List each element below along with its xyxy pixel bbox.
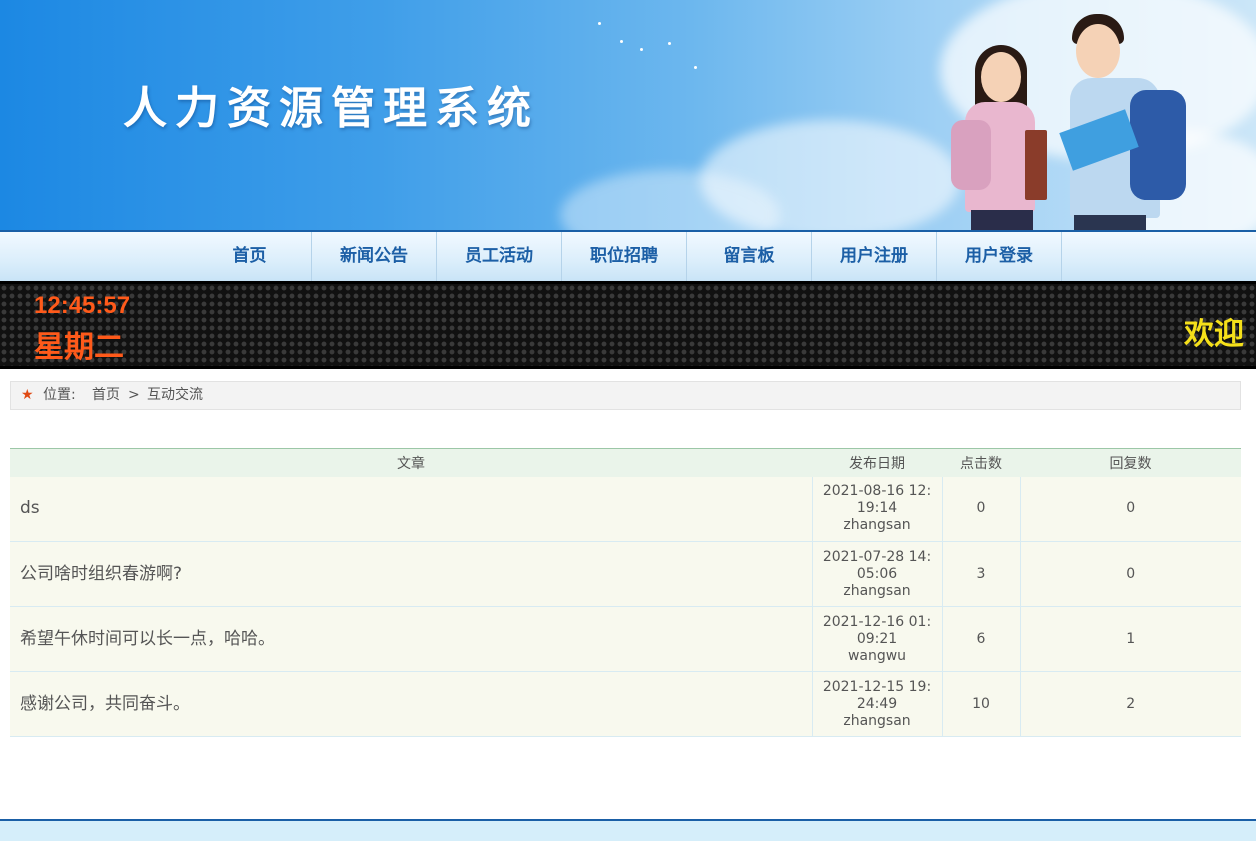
- nav-list: 首页 新闻公告 员工活动 职位招聘 留言板 用户注册 用户登录: [188, 232, 1062, 281]
- reply-count: 1: [1019, 606, 1241, 672]
- click-count: 0: [941, 476, 1020, 542]
- breadcrumb-home-link[interactable]: 首页: [92, 382, 120, 409]
- publish-date-part2: 05:06: [856, 565, 898, 582]
- publish-date-part2: 24:49: [856, 695, 898, 712]
- star-icon: ★: [21, 387, 34, 403]
- clock-weekday: 星期二: [34, 330, 124, 365]
- author-name: wangwu: [847, 647, 907, 664]
- article-title-link[interactable]: 希望午休时间可以长一点，哈哈。: [10, 606, 812, 672]
- publish-date-part2: 19:14: [856, 500, 898, 517]
- click-count: 6: [941, 606, 1020, 672]
- student-boy-illustration: [1059, 10, 1190, 230]
- footer-bar: [0, 819, 1256, 841]
- main-nav: 首页 新闻公告 员工活动 职位招聘 留言板 用户注册 用户登录: [0, 230, 1256, 281]
- student-girl-illustration: [945, 40, 1065, 230]
- sparkle-decoration: [668, 42, 671, 45]
- sparkle-decoration: [620, 40, 623, 43]
- nav-item-message-board[interactable]: 留言板: [687, 232, 812, 281]
- click-count: 3: [941, 541, 1020, 607]
- sparkle-decoration: [598, 22, 601, 25]
- author-name: zhangsan: [843, 712, 911, 729]
- article-title-link[interactable]: 公司啥时组织春游啊?: [10, 541, 812, 607]
- nav-item-jobs[interactable]: 职位招聘: [562, 232, 687, 281]
- nav-item-activities[interactable]: 员工活动: [437, 232, 562, 281]
- sparkle-decoration: [694, 66, 697, 69]
- system-title: 人力资源管理系统: [123, 83, 539, 134]
- column-header-date: 发布日期: [812, 448, 942, 477]
- publish-info: 2021-12-16 01: 09:21 wangwu: [811, 606, 942, 672]
- article-title-link[interactable]: 感谢公司，共同奋斗。: [10, 671, 812, 737]
- breadcrumb-current: 互动交流: [147, 387, 203, 403]
- breadcrumb-label: 位置:: [43, 387, 76, 403]
- table-header-row: 文章 发布日期 点击数 回复数: [10, 448, 1241, 477]
- reply-count: 2: [1019, 671, 1241, 737]
- led-ticker: 12:45:57 星期二 欢迎: [0, 281, 1256, 369]
- table-row: 希望午休时间可以长一点，哈哈。 2021-12-16 01: 09:21 wan…: [10, 606, 1241, 672]
- breadcrumb-separator: >: [128, 387, 140, 403]
- click-count: 10: [941, 671, 1020, 737]
- clock-time: 12:45:57: [34, 292, 131, 319]
- nav-item-login[interactable]: 用户登录: [937, 232, 1062, 281]
- table-row: 公司啥时组织春游啊? 2021-07-28 14: 05:06 zhangsan…: [10, 541, 1241, 607]
- nav-item-news[interactable]: 新闻公告: [312, 232, 437, 281]
- column-header-article: 文章: [10, 448, 812, 477]
- welcome-text: 欢迎: [1184, 317, 1244, 352]
- column-header-clicks: 点击数: [942, 448, 1020, 477]
- publish-date-part2: 09:21: [856, 630, 898, 647]
- header-banner: 人力资源管理系统: [0, 0, 1256, 230]
- article-title-link[interactable]: ds: [10, 476, 812, 542]
- publish-info: 2021-12-15 19: 24:49 zhangsan: [811, 671, 942, 737]
- reply-count: 0: [1019, 541, 1241, 607]
- publish-date-part1: 2021-12-16 01:: [822, 613, 932, 630]
- reply-count: 0: [1019, 476, 1241, 542]
- nav-item-register[interactable]: 用户注册: [812, 232, 937, 281]
- publish-date-part1: 2021-07-28 14:: [822, 548, 932, 565]
- table-row: ds 2021-08-16 12: 19:14 zhangsan 0 0: [10, 476, 1241, 542]
- column-header-replies: 回复数: [1020, 448, 1241, 477]
- author-name: zhangsan: [843, 517, 911, 534]
- article-table: 文章 发布日期 点击数 回复数 ds 2021-08-16 12: 19:14 …: [10, 448, 1241, 737]
- publish-info: 2021-08-16 12: 19:14 zhangsan: [811, 476, 942, 542]
- author-name: zhangsan: [843, 582, 911, 599]
- sparkle-decoration: [640, 48, 643, 51]
- publish-date-part1: 2021-08-16 12:: [822, 483, 932, 500]
- nav-item-home[interactable]: 首页: [188, 232, 312, 281]
- breadcrumb: ★ 位置: 首页 > 互动交流: [10, 381, 1241, 410]
- table-row: 感谢公司，共同奋斗。 2021-12-15 19: 24:49 zhangsan…: [10, 671, 1241, 737]
- publish-date-part1: 2021-12-15 19:: [822, 678, 932, 695]
- publish-info: 2021-07-28 14: 05:06 zhangsan: [811, 541, 942, 607]
